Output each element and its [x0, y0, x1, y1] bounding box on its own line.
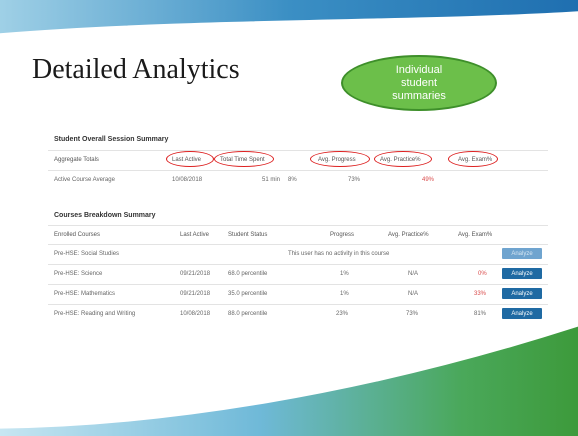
course-exam: 81%: [474, 311, 487, 317]
course-status: 35.0 percentile: [228, 291, 268, 297]
course-status: 88.0 percentile: [228, 311, 268, 317]
session-summary-title: Student Overall Session Summary: [54, 136, 169, 143]
session-data-row: Active Course Average 10/08/2018 51 min …: [48, 170, 548, 189]
row-progress-b: 73%: [348, 177, 361, 183]
no-activity-message: This user has no activity in this course: [288, 251, 390, 257]
course-last-active: 10/08/2018: [180, 311, 211, 317]
callout-bubble: Individual student summaries: [341, 55, 497, 111]
course-progress: 1%: [340, 291, 349, 297]
course-last-active: 09/21/2018: [180, 271, 211, 277]
analyze-button[interactable]: Analyze: [502, 308, 542, 319]
row-last-active: 10/08/2018: [172, 177, 203, 183]
highlight-avg-exam: [448, 151, 498, 167]
col-avg-exam: Avg. Exam%: [458, 232, 493, 238]
highlight-last-active: [166, 151, 214, 167]
table-row: Pre-HSE: Reading and Writing 10/08/2018 …: [48, 304, 548, 323]
analyze-button[interactable]: Analyze: [502, 288, 542, 299]
row-practice: 49%: [422, 177, 435, 183]
col-aggregate: Aggregate Totals: [54, 157, 99, 163]
course-progress: 1%: [340, 271, 349, 277]
highlight-avg-progress: [310, 151, 370, 167]
col-student-status: Student Status: [228, 232, 268, 238]
slide-top-decoration: [0, 0, 578, 35]
course-practice: 73%: [406, 311, 419, 317]
slide-title: Detailed Analytics: [32, 54, 240, 85]
analyze-button[interactable]: Analyze: [502, 248, 542, 259]
table-row: Pre-HSE: Mathematics 09/21/2018 35.0 per…: [48, 284, 548, 303]
slide-bottom-decoration: [0, 325, 578, 436]
course-name: Pre-HSE: Mathematics: [54, 291, 116, 297]
row-progress-a: 8%: [288, 177, 297, 183]
course-exam: 33%: [474, 291, 487, 297]
course-status: 68.0 percentile: [228, 271, 268, 277]
course-exam: 0%: [478, 271, 487, 277]
highlight-avg-practice: [374, 151, 432, 167]
col-avg-practice: Avg. Practice%: [388, 232, 429, 238]
analytics-panel: Student Overall Session Summary Aggregat…: [48, 130, 554, 330]
course-name: Pre-HSE: Science: [54, 271, 103, 277]
course-last-active: 09/21/2018: [180, 291, 211, 297]
course-name: Pre-HSE: Social Studies: [54, 251, 120, 257]
course-practice: N/A: [408, 271, 419, 277]
row-label: Active Course Average: [54, 177, 115, 183]
col-enrolled-courses: Enrolled Courses: [54, 232, 101, 238]
course-practice: N/A: [408, 291, 419, 297]
analyze-button[interactable]: Analyze: [502, 268, 542, 279]
table-row: Pre-HSE: Social Studies This user has no…: [48, 244, 548, 263]
courses-header-row: Enrolled Courses Last Active Student Sta…: [48, 225, 548, 244]
courses-summary-title: Courses Breakdown Summary: [54, 212, 156, 219]
row-time-spent: 51 min: [262, 177, 281, 183]
course-name: Pre-HSE: Reading and Writing: [54, 311, 136, 317]
highlight-time-spent: [214, 151, 274, 167]
table-row: Pre-HSE: Science 09/21/2018 68.0 percent…: [48, 264, 548, 283]
col-progress: Progress: [330, 232, 355, 238]
course-progress: 23%: [336, 311, 349, 317]
col-last-active: Last Active: [180, 232, 210, 238]
